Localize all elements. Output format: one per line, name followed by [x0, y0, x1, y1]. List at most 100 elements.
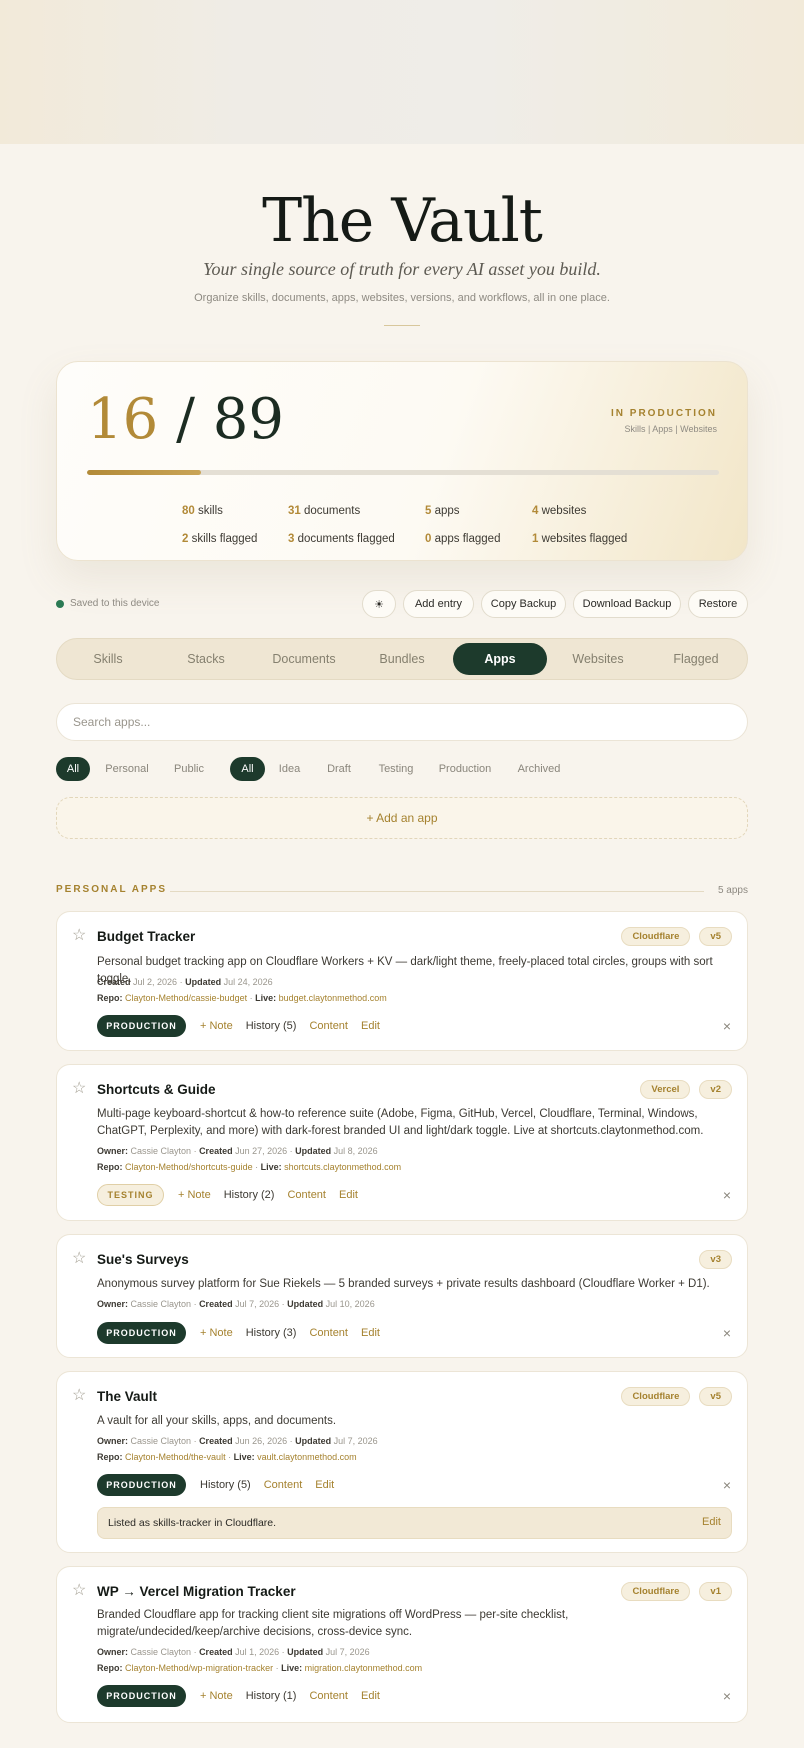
app-links: Repo: Clayton-Method/shortcuts-guide · L… [97, 1162, 402, 1172]
star-icon[interactable]: ☆ [72, 1248, 86, 1268]
app-links: Repo: Clayton-Method/wp-migration-tracke… [97, 1663, 423, 1673]
edit-button[interactable]: Edit [315, 1479, 334, 1491]
filter-visibility-public[interactable]: Public [164, 757, 214, 781]
tab-flagged[interactable]: Flagged [649, 643, 743, 675]
app-title: Sue's Surveys [97, 1252, 189, 1267]
app-note: Listed as skills-tracker in Cloudflare. … [97, 1507, 732, 1539]
page-tagline: Your single source of truth for every AI… [203, 259, 601, 279]
tab-skills[interactable]: Skills [61, 643, 155, 675]
close-icon[interactable]: × [723, 1688, 731, 1704]
app-dates: Owner: Cassie Clayton · Created Jul 7, 2… [97, 1299, 375, 1309]
note-edit-button[interactable]: Edit [702, 1516, 721, 1528]
live-link[interactable]: vault.claytonmethod.com [257, 1452, 357, 1462]
filter-visibility-personal[interactable]: Personal [97, 757, 157, 781]
content-button[interactable]: Content [309, 1327, 348, 1339]
close-icon[interactable]: × [723, 1018, 731, 1034]
section-count: 5 apps [717, 885, 748, 896]
stats-card: 16 / 89 IN PRODUCTION Skills | Apps | We… [56, 361, 748, 561]
filter-stage-archived[interactable]: Archived [509, 757, 569, 781]
section-label: PERSONAL APPS [56, 884, 168, 895]
add-note-button[interactable]: + Note [200, 1327, 233, 1339]
app-card-wp-vercel-migration-tracker[interactable]: ☆ WP → Vercel Migration Tracker Cloudfla… [56, 1566, 748, 1723]
history-button[interactable]: History (5) [200, 1479, 251, 1491]
production-progress-bar [87, 470, 719, 475]
search-input[interactable] [56, 703, 748, 741]
tab-bundles[interactable]: Bundles [355, 643, 449, 675]
download-backup-button[interactable]: Download Backup [573, 590, 681, 618]
filter-stage-all[interactable]: All [230, 757, 265, 781]
note-text: Listed as skills-tracker in Cloudflare. [108, 1517, 277, 1529]
repo-link[interactable]: Clayton-Method/shortcuts-guide [125, 1162, 253, 1172]
app-card-sues-surveys[interactable]: ☆ Sue's Surveys v3 Anonymous survey plat… [56, 1234, 748, 1358]
stat-websites: 4 websites [532, 505, 587, 517]
edit-button[interactable]: Edit [361, 1690, 380, 1702]
star-icon[interactable]: ☆ [72, 1078, 86, 1098]
repo-link[interactable]: Clayton-Method/the-vault [125, 1452, 226, 1462]
status-badge[interactable]: PRODUCTION [97, 1685, 186, 1707]
close-icon[interactable]: × [723, 1477, 731, 1493]
history-button[interactable]: History (5) [246, 1020, 297, 1032]
app-card-the-vault[interactable]: ☆ The Vault Cloudflare v5 A vault for al… [56, 1371, 748, 1553]
save-status-text: Saved to this device [70, 598, 160, 609]
live-link[interactable]: migration.claytonmethod.com [305, 1663, 423, 1673]
stat-apps-flagged: 0 apps flagged [425, 533, 501, 545]
history-button[interactable]: History (1) [246, 1690, 297, 1702]
content-button[interactable]: Content [264, 1479, 303, 1491]
add-app-button[interactable]: + Add an app [56, 797, 748, 839]
filter-stage-production[interactable]: Production [428, 757, 502, 781]
add-note-button[interactable]: + Note [200, 1020, 233, 1032]
add-note-button[interactable]: + Note [178, 1189, 211, 1201]
copy-backup-button[interactable]: Copy Backup [481, 590, 566, 618]
app-card-budget-tracker[interactable]: ☆ Budget Tracker Cloudflare v5 Personal … [56, 911, 748, 1051]
theme-toggle-button[interactable]: ☀ [362, 590, 396, 618]
content-button[interactable]: Content [287, 1189, 326, 1201]
edit-button[interactable]: Edit [361, 1327, 380, 1339]
version-badge: v3 [699, 1250, 732, 1269]
tab-stacks[interactable]: Stacks [159, 643, 253, 675]
repo-link[interactable]: Clayton-Method/cassie-budget [125, 993, 247, 1003]
star-icon[interactable]: ☆ [72, 925, 86, 945]
app-title: WP → Vercel Migration Tracker [97, 1584, 296, 1599]
version-badge: v5 [699, 1387, 732, 1406]
content-button[interactable]: Content [309, 1020, 348, 1032]
history-button[interactable]: History (3) [246, 1327, 297, 1339]
status-badge[interactable]: TESTING [97, 1184, 164, 1206]
tab-documents[interactable]: Documents [257, 643, 351, 675]
edit-button[interactable]: Edit [361, 1020, 380, 1032]
add-note-button[interactable]: + Note [200, 1690, 233, 1702]
status-badge[interactable]: PRODUCTION [97, 1322, 186, 1344]
repo-link[interactable]: Clayton-Method/wp-migration-tracker [125, 1663, 273, 1673]
content-button[interactable]: Content [309, 1690, 348, 1702]
edit-button[interactable]: Edit [339, 1189, 358, 1201]
filter-stage-testing[interactable]: Testing [371, 757, 421, 781]
app-dates: Owner: Cassie Clayton · Created Jun 27, … [97, 1146, 378, 1156]
stat-documents-flagged: 3 documents flagged [288, 533, 395, 545]
restore-button[interactable]: Restore [688, 590, 748, 618]
close-icon[interactable]: × [723, 1325, 731, 1341]
tab-websites[interactable]: Websites [551, 643, 645, 675]
status-badge[interactable]: PRODUCTION [97, 1015, 186, 1037]
platform-badge: Cloudflare [621, 927, 691, 946]
platform-badge: Cloudflare [621, 1387, 691, 1406]
total-count: 89 [212, 387, 285, 452]
live-link[interactable]: budget.claytonmethod.com [279, 993, 387, 1003]
add-entry-button[interactable]: Add entry [403, 590, 474, 618]
app-links: Repo: Clayton-Method/the-vault · Live: v… [97, 1452, 357, 1462]
version-badge: v1 [699, 1582, 732, 1601]
live-link[interactable]: shortcuts.claytonmethod.com [284, 1162, 401, 1172]
app-dates: Owner: Cassie Clayton · Created Jun 26, … [97, 1436, 378, 1446]
star-icon[interactable]: ☆ [72, 1580, 86, 1600]
in-production-label: IN PRODUCTION Skills | Apps | Websites [611, 408, 717, 434]
history-button[interactable]: History (2) [224, 1189, 275, 1201]
app-badges: Cloudflare v5 [621, 927, 732, 946]
tab-apps[interactable]: Apps [453, 643, 547, 675]
status-badge[interactable]: PRODUCTION [97, 1474, 186, 1496]
filter-stage-idea[interactable]: Idea [272, 757, 307, 781]
app-actions: PRODUCTION History (5) Content Edit [97, 1474, 347, 1496]
app-description: Anonymous survey platform for Sue Riekel… [97, 1278, 710, 1290]
filter-stage-draft[interactable]: Draft [314, 757, 364, 781]
star-icon[interactable]: ☆ [72, 1385, 86, 1405]
app-card-shortcuts-guide[interactable]: ☆ Shortcuts & Guide Vercel v2 Multi-page… [56, 1064, 748, 1221]
filter-visibility-all[interactable]: All [56, 757, 90, 781]
close-icon[interactable]: × [723, 1187, 731, 1203]
